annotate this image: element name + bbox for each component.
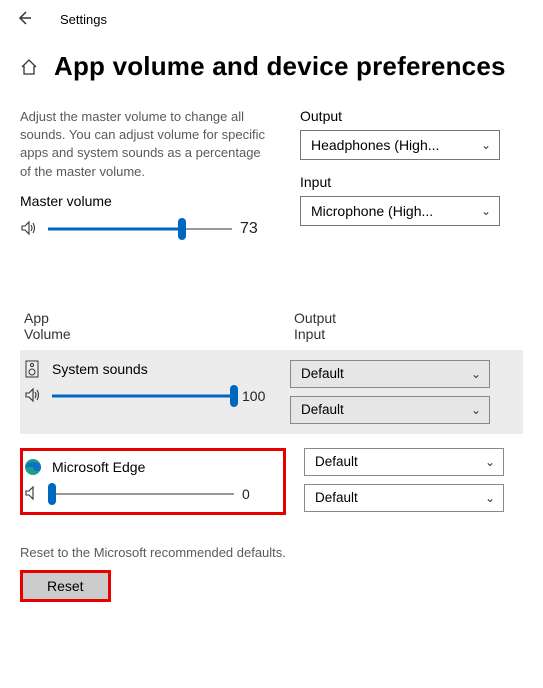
input-device-value: Microphone (High... [311,203,433,219]
system-sounds-value: 100 [242,388,272,404]
volume-mute-icon [24,484,44,505]
home-icon[interactable] [20,58,38,76]
chevron-down-icon: ⌄ [471,403,481,417]
volume-column-header: Volume [24,326,294,342]
system-sounds-slider[interactable] [52,388,234,404]
app-column-header: App [24,310,294,326]
app-name: System sounds [52,361,148,377]
chevron-down-icon: ⌄ [481,138,491,152]
page-title: App volume and device preferences [54,51,506,82]
select-value: Default [315,490,358,505]
back-button[interactable] [16,10,36,29]
chevron-down-icon: ⌄ [471,367,481,381]
input-column-header: Input [294,326,336,342]
edge-slider[interactable] [52,486,234,502]
volume-icon [20,219,40,240]
edge-output-select[interactable]: Default ⌄ [304,448,504,476]
chevron-down-icon: ⌄ [485,491,495,505]
output-column-header: Output [294,310,336,326]
system-sounds-output-select[interactable]: Default ⌄ [290,360,490,388]
edge-icon [24,458,42,476]
speaker-icon [24,360,42,378]
select-value: Default [315,454,358,469]
system-sounds-input-select[interactable]: Default ⌄ [290,396,490,424]
input-label: Input [300,174,500,190]
output-label: Output [300,108,500,124]
volume-icon [24,386,44,407]
select-value: Default [301,366,344,381]
settings-label: Settings [60,12,107,27]
input-device-select[interactable]: Microphone (High... ⌄ [300,196,500,226]
chevron-down-icon: ⌄ [481,204,491,218]
edge-input-select[interactable]: Default ⌄ [304,484,504,512]
app-name: Microsoft Edge [52,459,145,475]
chevron-down-icon: ⌄ [485,455,495,469]
output-device-value: Headphones (High... [311,137,439,153]
reset-button[interactable]: Reset [20,570,111,602]
master-volume-label: Master volume [20,193,270,209]
reset-description: Reset to the Microsoft recommended defau… [20,545,523,560]
master-volume-slider[interactable] [48,221,232,237]
master-volume-value: 73 [240,220,270,238]
select-value: Default [301,402,344,417]
edge-value: 0 [242,486,272,502]
description-text: Adjust the master volume to change all s… [20,108,270,181]
output-device-select[interactable]: Headphones (High... ⌄ [300,130,500,160]
app-row-system-sounds: System sounds 100 Default ⌄ Default [20,350,523,434]
app-row-microsoft-edge: Microsoft Edge 0 [20,448,286,515]
